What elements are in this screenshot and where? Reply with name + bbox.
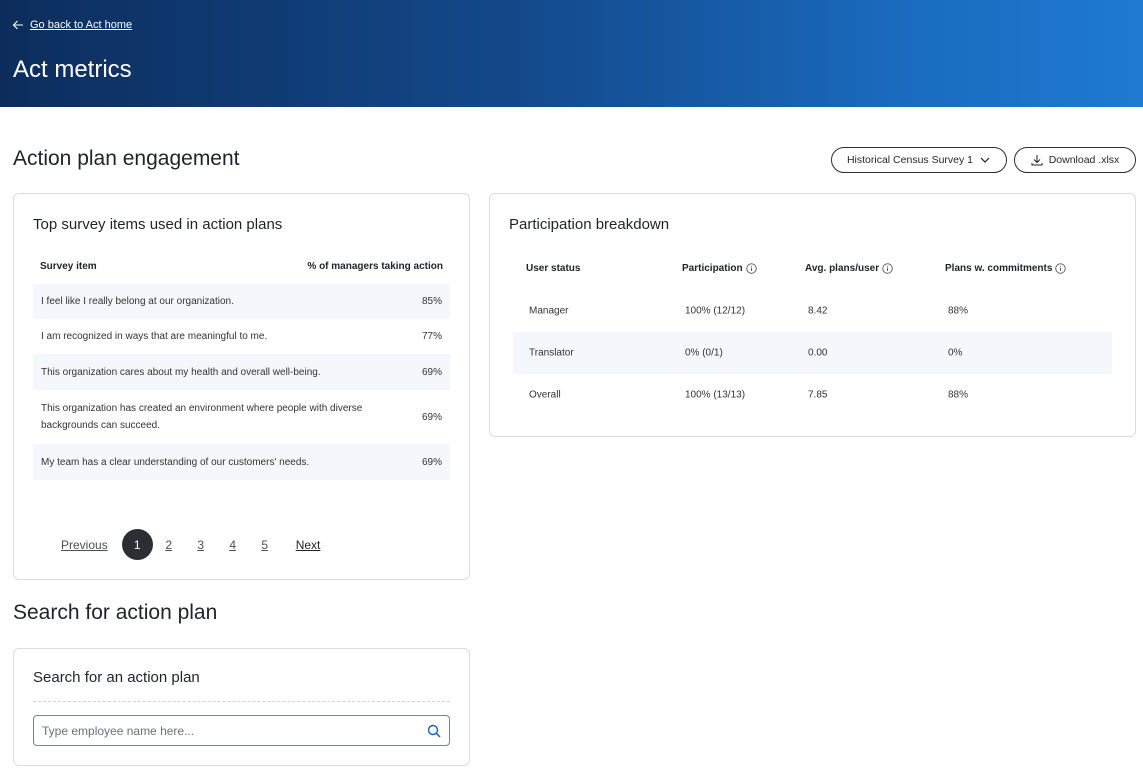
divider [33, 701, 450, 702]
back-link[interactable]: Go back to Act home [12, 19, 132, 31]
download-icon [1031, 155, 1043, 166]
participation-card: Participation breakdown User status Part… [489, 193, 1136, 437]
row-pct: 85% [421, 296, 442, 307]
row-avg: 8.42 [808, 305, 828, 317]
col-participation: Participation [682, 263, 757, 274]
engagement-title: Action plan engagement [13, 147, 240, 170]
participation-title: Participation breakdown [509, 216, 670, 233]
row-pct: 69% [421, 411, 442, 423]
row-avg: 0.00 [808, 347, 828, 359]
table-row: This organization has created an environ… [33, 390, 450, 444]
row-item: I feel like I really belong at our organ… [41, 296, 234, 307]
top-items-title: Top survey items used in action plans [33, 216, 283, 233]
col-commitments: Plans w. commitments [945, 263, 1067, 274]
page-header: Go back to Act home Act metrics [0, 0, 1143, 107]
col-pct-managers: % of managers taking action [307, 261, 443, 272]
table-row: My team has a clear understanding of our… [33, 444, 450, 480]
download-button[interactable]: Download .xlsx [1014, 147, 1136, 173]
row-item: This organization has created an environ… [41, 403, 363, 431]
table-row: I am recognized in ways that are meaning… [33, 319, 450, 354]
info-icon[interactable] [745, 263, 757, 274]
search-icon[interactable] [427, 724, 441, 738]
download-label: Download .xlsx [1048, 154, 1120, 166]
page-5-link[interactable]: 5 [249, 538, 281, 552]
col-user-status-label: User status [526, 263, 581, 274]
search-card-title: Search for an action plan [33, 669, 200, 686]
page-3-link[interactable]: 3 [185, 538, 217, 552]
row-status: Overall [529, 389, 561, 401]
row-pct: 69% [421, 366, 442, 378]
row-commit: 88% [948, 389, 969, 401]
page-title: Act metrics [13, 56, 132, 83]
search-input[interactable] [42, 723, 427, 738]
row-pct: 77% [421, 331, 442, 342]
search-card: Search for an action plan [13, 648, 470, 766]
col-avg-plans: Avg. plans/user [805, 263, 893, 274]
col-commitments-label: Plans w. commitments [945, 263, 1053, 274]
search-section-title: Search for action plan [13, 601, 218, 624]
survey-select[interactable]: Historical Census Survey 1 [831, 147, 1007, 173]
col-survey-item: Survey item [40, 261, 97, 272]
row-item: This organization cares about my health … [41, 366, 321, 378]
table-row: Overall 100% (13/13) 7.85 88% [513, 374, 1112, 416]
row-commit: 0% [948, 347, 963, 359]
col-user-status: User status [526, 263, 580, 274]
arrow-left-icon [12, 20, 23, 30]
col-avg-plans-label: Avg. plans/user [805, 263, 880, 274]
row-item: My team has a clear understanding of our… [41, 456, 310, 468]
next-page-link[interactable]: Next [296, 538, 321, 552]
row-status: Translator [529, 347, 574, 359]
page-4-link[interactable]: 4 [217, 538, 249, 552]
survey-select-value: Historical Census Survey 1 [846, 154, 974, 166]
col-participation-label: Participation [682, 263, 743, 274]
top-items-card: Top survey items used in action plans Su… [13, 193, 470, 580]
back-link-label: Go back to Act home [30, 19, 133, 31]
row-avg: 7.85 [808, 389, 828, 401]
table-row: Translator 0% (0/1) 0.00 0% [513, 332, 1112, 374]
chevron-down-icon [980, 157, 990, 163]
info-icon[interactable] [1055, 263, 1067, 274]
row-pct: 69% [421, 456, 442, 468]
table-row: I feel like I really belong at our organ… [33, 284, 450, 319]
row-status: Manager [529, 305, 569, 317]
pagination: Previous 1 2 3 4 5 Next [61, 529, 320, 560]
page-2-link[interactable]: 2 [153, 538, 185, 552]
row-participation: 100% (13/13) [685, 389, 746, 401]
table-row: This organization cares about my health … [33, 354, 450, 390]
row-commit: 88% [948, 305, 969, 317]
previous-page-link[interactable]: Previous [61, 538, 108, 552]
search-box [33, 715, 450, 746]
row-item: I am recognized in ways that are meaning… [41, 331, 268, 342]
row-participation: 0% (0/1) [685, 347, 723, 359]
table-row: Manager 100% (12/12) 8.42 88% [513, 290, 1112, 332]
page-1-button[interactable]: 1 [121, 529, 153, 560]
info-icon[interactable] [882, 263, 893, 274]
row-participation: 100% (12/12) [685, 305, 746, 317]
